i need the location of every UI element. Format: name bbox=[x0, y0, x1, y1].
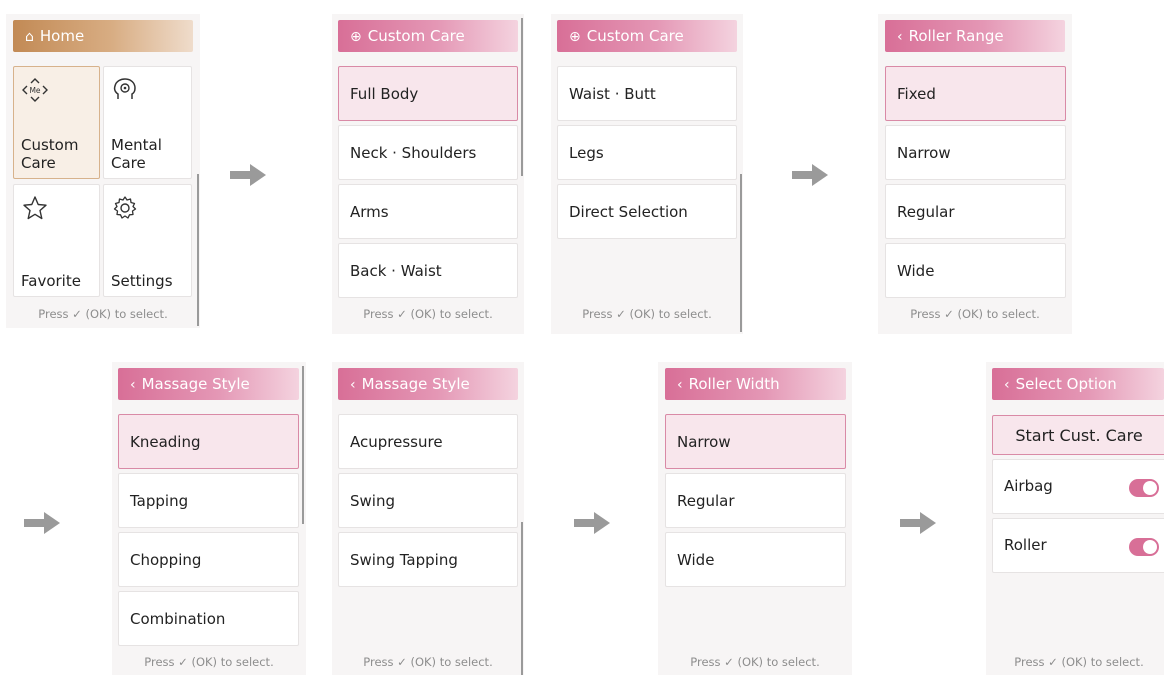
list-item-waist-butt[interactable]: Waist · Butt bbox=[557, 66, 737, 121]
header-title: Massage Style bbox=[361, 375, 470, 393]
start-custom-care-button[interactable]: Start Cust. Care bbox=[992, 415, 1164, 455]
start-button-label: Start Cust. Care bbox=[1015, 425, 1143, 445]
screen-custom-care-2: ⊕ Custom Care Waist · Butt Legs Direct Se… bbox=[551, 14, 743, 334]
star-icon bbox=[23, 196, 47, 220]
back-chevron-icon[interactable]: ‹ bbox=[897, 21, 903, 52]
screen-roller-width: ‹ Roller Width Narrow Regular Wide Press … bbox=[658, 362, 852, 675]
tile-favorite[interactable]: Favorite bbox=[13, 184, 100, 297]
list-item-legs[interactable]: Legs bbox=[557, 125, 737, 180]
tile-settings[interactable]: Settings bbox=[103, 184, 192, 297]
tile-label: Settings bbox=[111, 272, 173, 290]
header-title: Select Option bbox=[1015, 375, 1117, 393]
screen-massage-style-2: ‹ Massage Style Acupressure Swing Swing T… bbox=[332, 362, 524, 675]
footer-hint: Press ✓ (OK) to select. bbox=[363, 307, 493, 321]
list-item-regular[interactable]: Regular bbox=[665, 473, 846, 528]
custom-care-icon: ⊕ bbox=[569, 29, 581, 45]
arrow-right-icon bbox=[900, 512, 936, 534]
scrollbar[interactable] bbox=[302, 366, 304, 524]
list-item-wide[interactable]: Wide bbox=[665, 532, 846, 587]
footer-hint: Press ✓ (OK) to select. bbox=[1014, 655, 1144, 669]
header-custom-care: ⊕ Custom Care bbox=[557, 20, 737, 52]
list-item-swing[interactable]: Swing bbox=[338, 473, 518, 528]
list-item-swing-tapping[interactable]: Swing Tapping bbox=[338, 532, 518, 587]
screen-select-option: ‹ Select Option Start Cust. Care Airbag R… bbox=[986, 362, 1164, 675]
header-title: Massage Style bbox=[141, 375, 250, 393]
arrow-right-icon bbox=[574, 512, 610, 534]
arrow-right-icon bbox=[24, 512, 60, 534]
header-roller-width: ‹ Roller Width bbox=[665, 368, 846, 400]
footer-hint: Press ✓ (OK) to select. bbox=[363, 655, 493, 669]
header-title: Roller Range bbox=[908, 27, 1004, 45]
header-roller-range: ‹ Roller Range bbox=[885, 20, 1065, 52]
airbag-toggle[interactable] bbox=[1129, 479, 1159, 497]
list-item-arms[interactable]: Arms bbox=[338, 184, 518, 239]
back-chevron-icon[interactable]: ‹ bbox=[350, 369, 356, 400]
tile-mental-care[interactable]: Mental Care bbox=[103, 66, 192, 179]
header-select-option: ‹ Select Option bbox=[992, 368, 1164, 400]
list-item-tapping[interactable]: Tapping bbox=[118, 473, 299, 528]
gear-icon bbox=[113, 196, 137, 219]
header-title: Roller Width bbox=[688, 375, 780, 393]
screen-home: ⌂ Home Me Custom Care Mental Care Favorit… bbox=[6, 14, 200, 328]
footer-hint: Press ✓ (OK) to select. bbox=[910, 307, 1040, 321]
scrollbar[interactable] bbox=[197, 174, 199, 326]
option-row-airbag: Airbag bbox=[992, 459, 1164, 514]
header-title: Custom Care bbox=[367, 27, 465, 45]
brain-head-icon bbox=[113, 78, 136, 99]
header-custom-care: ⊕ Custom Care bbox=[338, 20, 518, 52]
option-label: Roller bbox=[1004, 536, 1047, 554]
back-chevron-icon[interactable]: ‹ bbox=[1004, 369, 1010, 400]
screen-roller-range: ‹ Roller Range Fixed Narrow Regular Wide … bbox=[878, 14, 1072, 334]
custom-care-icon: ⊕ bbox=[350, 29, 362, 45]
tile-label: Favorite bbox=[21, 272, 81, 290]
list-item-wide[interactable]: Wide bbox=[885, 243, 1066, 298]
arrow-right-icon bbox=[230, 164, 266, 186]
footer-hint: Press ✓ (OK) to select. bbox=[38, 307, 168, 321]
custom-care-icon: Me bbox=[22, 78, 48, 102]
list-item-full-body[interactable]: Full Body bbox=[338, 66, 518, 121]
list-item-neck-shoulders[interactable]: Neck · Shoulders bbox=[338, 125, 518, 180]
svg-text:Me: Me bbox=[29, 86, 40, 95]
list-item-fixed[interactable]: Fixed bbox=[885, 66, 1066, 121]
header-massage-style: ‹ Massage Style bbox=[118, 368, 299, 400]
header-home: ⌂ Home bbox=[13, 20, 193, 52]
scrollbar[interactable] bbox=[521, 18, 523, 176]
list-item-narrow[interactable]: Narrow bbox=[665, 414, 846, 469]
option-label: Airbag bbox=[1004, 477, 1053, 495]
arrow-right-icon bbox=[792, 164, 828, 186]
header-title: Custom Care bbox=[586, 27, 684, 45]
option-row-roller: Roller bbox=[992, 518, 1164, 573]
list-item-direct-selection[interactable]: Direct Selection bbox=[557, 184, 737, 239]
back-chevron-icon[interactable]: ‹ bbox=[130, 369, 136, 400]
tile-label: Mental Care bbox=[111, 136, 162, 172]
list-item-chopping[interactable]: Chopping bbox=[118, 532, 299, 587]
footer-hint: Press ✓ (OK) to select. bbox=[144, 655, 274, 669]
list-item-back-waist[interactable]: Back · Waist bbox=[338, 243, 518, 298]
footer-hint: Press ✓ (OK) to select. bbox=[582, 307, 712, 321]
list-item-combination[interactable]: Combination bbox=[118, 591, 299, 646]
tile-label: Custom Care bbox=[21, 136, 79, 172]
list-item-narrow[interactable]: Narrow bbox=[885, 125, 1066, 180]
list-item-regular[interactable]: Regular bbox=[885, 184, 1066, 239]
screen-custom-care-1: ⊕ Custom Care Full Body Neck · Shoulders … bbox=[332, 14, 524, 334]
list-item-kneading[interactable]: Kneading bbox=[118, 414, 299, 469]
scrollbar[interactable] bbox=[521, 522, 523, 675]
list-item-acupressure[interactable]: Acupressure bbox=[338, 414, 518, 469]
header-massage-style: ‹ Massage Style bbox=[338, 368, 518, 400]
tile-custom-care[interactable]: Me Custom Care bbox=[13, 66, 100, 179]
header-title: Home bbox=[39, 27, 85, 45]
screen-massage-style-1: ‹ Massage Style Kneading Tapping Chopping… bbox=[112, 362, 306, 675]
home-icon: ⌂ bbox=[25, 29, 34, 45]
back-chevron-icon[interactable]: ‹ bbox=[677, 369, 683, 400]
roller-toggle[interactable] bbox=[1129, 538, 1159, 556]
footer-hint: Press ✓ (OK) to select. bbox=[690, 655, 820, 669]
